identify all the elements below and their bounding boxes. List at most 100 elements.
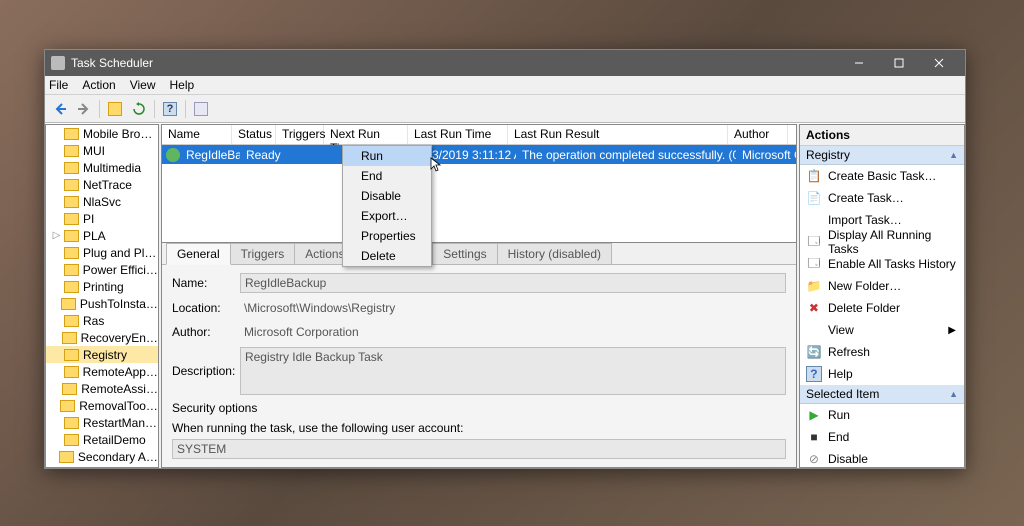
security-heading: Security options: [172, 401, 786, 415]
label-name: Name:: [172, 276, 240, 290]
column-header[interactable]: Last Run Time: [408, 125, 508, 144]
menu-file[interactable]: File: [49, 78, 68, 92]
tab-strip: GeneralTriggersActionsConditionsSettings…: [162, 243, 796, 265]
context-export[interactable]: Export…: [343, 206, 431, 226]
context-delete[interactable]: Delete: [343, 246, 431, 266]
tree-item[interactable]: RemovalToo…: [46, 397, 158, 414]
window-title: Task Scheduler: [71, 56, 839, 70]
folder-icon: [59, 451, 74, 463]
forward-button[interactable]: [73, 98, 95, 120]
tree-item[interactable]: NetTrace: [46, 176, 158, 193]
action-end[interactable]: ■End: [800, 426, 964, 448]
context-end[interactable]: End: [343, 166, 431, 186]
tree-item[interactable]: Mobile Bro…: [46, 125, 158, 142]
column-header[interactable]: Name: [162, 125, 232, 144]
tree-item[interactable]: Secondary A…: [46, 448, 158, 465]
minimize-button[interactable]: [839, 50, 879, 76]
tree-item[interactable]: MUI: [46, 142, 158, 159]
maximize-button[interactable]: [879, 50, 919, 76]
menubar: File Action View Help: [45, 76, 965, 95]
field-author: Microsoft Corporation: [240, 323, 786, 341]
action-help[interactable]: ?Help: [800, 363, 964, 385]
tree-item[interactable]: Plug and Pl…: [46, 244, 158, 261]
details-panel: GeneralTriggersActionsConditionsSettings…: [162, 242, 796, 467]
action-icon: ?: [806, 366, 822, 382]
list-header[interactable]: NameStatusTriggersNext Run TimeLast Run …: [162, 125, 796, 145]
context-properties[interactable]: Properties: [343, 226, 431, 246]
action-new-folder-[interactable]: 📁New Folder…: [800, 275, 964, 297]
action-run[interactable]: ▶Run: [800, 404, 964, 426]
tree-item[interactable]: Power Effici…: [46, 261, 158, 278]
field-location: \Microsoft\Windows\Registry: [240, 299, 786, 317]
action-disable[interactable]: ⊘Disable: [800, 448, 964, 468]
tab-general[interactable]: General: [166, 243, 231, 265]
column-header[interactable]: Last Run Result: [508, 125, 728, 144]
tree-item[interactable]: Multimedia: [46, 159, 158, 176]
context-run[interactable]: Run: [343, 146, 431, 166]
column-header[interactable]: Next Run Time: [324, 125, 408, 144]
action-icon: ⊘: [806, 451, 822, 467]
tree-item[interactable]: Servicing: [46, 465, 158, 468]
action-icon: 📁: [806, 278, 822, 294]
action-create-basic-task-[interactable]: 📋Create Basic Task…: [800, 165, 964, 187]
security-text: When running the task, use the following…: [172, 421, 786, 435]
tree-item[interactable]: RetailDemo: [46, 431, 158, 448]
folder-icon: [64, 417, 79, 429]
actions-group-selected[interactable]: Selected Item▲: [800, 385, 964, 404]
column-header[interactable]: Triggers: [276, 125, 324, 144]
folder-tree[interactable]: Mobile Bro…MUIMultimediaNetTraceNlaSvcPI…: [45, 124, 159, 468]
tree-item[interactable]: Ras: [46, 312, 158, 329]
action-view[interactable]: View▶: [800, 319, 964, 341]
folder-icon: [64, 468, 79, 469]
tree-item[interactable]: RemoteAssi…: [46, 380, 158, 397]
actions-group-registry[interactable]: Registry▲: [800, 146, 964, 165]
titlebar[interactable]: Task Scheduler: [45, 50, 965, 76]
menu-help[interactable]: Help: [170, 78, 195, 92]
action-icon: 🗔: [806, 234, 822, 250]
context-disable[interactable]: Disable: [343, 186, 431, 206]
action-icon: ✖: [806, 300, 822, 316]
action-icon: ■: [806, 429, 822, 445]
security-account: SYSTEM: [172, 439, 786, 459]
close-button[interactable]: [919, 50, 959, 76]
tree-item[interactable]: RestartMan…: [46, 414, 158, 431]
refresh-icon[interactable]: [128, 98, 150, 120]
tree-item[interactable]: RecoveryEn…: [46, 329, 158, 346]
action-display-all-running-tasks[interactable]: 🗔Display All Running Tasks: [800, 231, 964, 253]
action-refresh[interactable]: 🔄Refresh: [800, 341, 964, 363]
tree-item[interactable]: Printing: [46, 278, 158, 295]
action-icon: ▶: [806, 407, 822, 423]
tree-item[interactable]: ▷PLA: [46, 227, 158, 244]
toolbar-icon-2[interactable]: [190, 98, 212, 120]
toolbar-icon-1[interactable]: [104, 98, 126, 120]
column-header[interactable]: Status: [232, 125, 276, 144]
folder-icon: [64, 196, 79, 208]
action-delete-folder[interactable]: ✖Delete Folder: [800, 297, 964, 319]
action-create-task-[interactable]: 📄Create Task…: [800, 187, 964, 209]
cell-author: Microsoft C…: [736, 148, 796, 162]
folder-icon: [61, 298, 76, 310]
menu-action[interactable]: Action: [82, 78, 115, 92]
folder-icon: [64, 128, 79, 140]
tab-triggers[interactable]: Triggers: [230, 243, 296, 264]
tree-item[interactable]: RemoteApp…: [46, 363, 158, 380]
column-header[interactable]: Author: [728, 125, 788, 144]
tree-item[interactable]: NlaSvc: [46, 193, 158, 210]
action-enable-all-tasks-history[interactable]: 🗔Enable All Tasks History: [800, 253, 964, 275]
actions-panel: Actions Registry▲ 📋Create Basic Task…📄Cr…: [799, 124, 965, 468]
tab-historydisabled[interactable]: History (disabled): [497, 243, 612, 264]
task-scheduler-window: Task Scheduler File Action View Help ? M…: [44, 49, 966, 469]
tab-settings[interactable]: Settings: [432, 243, 497, 264]
tree-item[interactable]: PushToInsta…: [46, 295, 158, 312]
task-row-selected[interactable]: RegIdleBack… Ready 7/3/2019 3:11:12 AM T…: [162, 145, 796, 164]
back-button[interactable]: [49, 98, 71, 120]
context-menu[interactable]: RunEndDisableExport…PropertiesDelete: [342, 145, 432, 267]
folder-icon: [64, 264, 79, 276]
menu-view[interactable]: View: [130, 78, 156, 92]
folder-icon: [62, 332, 77, 344]
tree-item[interactable]: PI: [46, 210, 158, 227]
tree-item[interactable]: Registry: [46, 346, 158, 363]
help-icon[interactable]: ?: [159, 98, 181, 120]
cell-status: Ready: [240, 148, 284, 162]
folder-icon: [64, 315, 79, 327]
